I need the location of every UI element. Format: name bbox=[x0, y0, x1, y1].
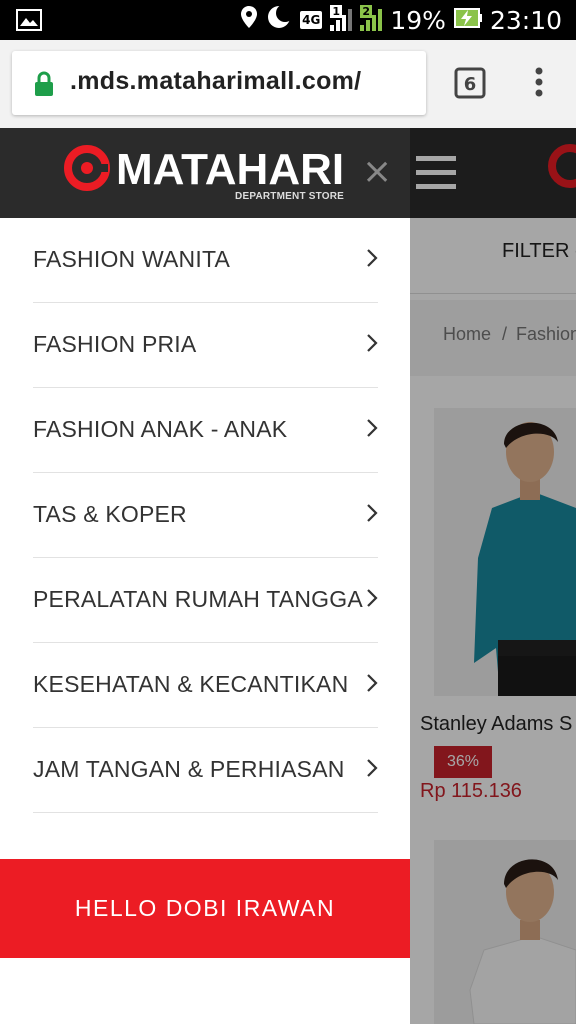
chevron-right-icon bbox=[366, 418, 378, 443]
chevron-right-icon bbox=[366, 248, 378, 273]
matahari-logo[interactable]: MATAHARI DEPARTMENT STORE bbox=[64, 143, 346, 205]
background-page: FILTER - Home / Fashion Stanley Adams S … bbox=[410, 128, 576, 1024]
overflow-menu-icon[interactable] bbox=[535, 67, 543, 102]
menu-item-fashion-wanita[interactable]: FASHION WANITA bbox=[33, 218, 378, 303]
logo-subtext: DEPARTMENT STORE bbox=[235, 191, 344, 202]
chevron-right-icon bbox=[366, 333, 378, 358]
status-bar: 4G 1 2 19% 23:10 bbox=[0, 0, 576, 40]
menu-item-tas-koper[interactable]: TAS & KOPER bbox=[33, 473, 378, 558]
url-text[interactable]: .mds.mataharimall.com/ bbox=[70, 67, 361, 96]
close-icon[interactable]: × bbox=[362, 152, 392, 192]
chevron-right-icon bbox=[366, 758, 378, 783]
signal-sim2-icon: 2 bbox=[360, 5, 383, 31]
drawer-header: MATAHARI DEPARTMENT STORE × bbox=[0, 128, 410, 218]
network-type-label: 4G bbox=[300, 11, 323, 29]
gallery-icon bbox=[16, 9, 42, 36]
signal-sim1-icon: 1 bbox=[330, 5, 353, 31]
menu-item-fashion-pria[interactable]: FASHION PRIA bbox=[33, 303, 378, 388]
browser-toolbar: .mds.mataharimall.com/ 6 bbox=[0, 40, 576, 128]
menu-item-label: TAS & KOPER bbox=[33, 501, 187, 527]
chevron-right-icon bbox=[366, 588, 378, 613]
tab-switcher-icon[interactable]: 6 bbox=[454, 67, 486, 104]
matahari-logo-icon bbox=[64, 145, 110, 196]
navigation-drawer: MATAHARI DEPARTMENT STORE × FASHION WANI… bbox=[0, 128, 410, 1024]
menu-item-label: JAM TANGAN & PERHIASAN bbox=[33, 756, 345, 782]
menu-item-jam-tangan-perhiasan[interactable]: JAM TANGAN & PERHIASAN bbox=[33, 728, 378, 813]
logo-text: MATAHARI bbox=[116, 145, 345, 194]
menu-item-label: PERALATAN RUMAH TANGGA bbox=[33, 586, 363, 612]
menu-item-label: FASHION PRIA bbox=[33, 331, 197, 357]
chevron-right-icon bbox=[366, 673, 378, 698]
clock: 23:10 bbox=[489, 5, 562, 35]
address-bar[interactable]: .mds.mataharimall.com/ bbox=[12, 51, 426, 115]
menu-item-peralatan-rumah-tangga[interactable]: PERALATAN RUMAH TANGGA bbox=[33, 558, 378, 643]
svg-text:6: 6 bbox=[464, 74, 477, 95]
menu-item-kesehatan-kecantikan[interactable]: KESEHATAN & KECANTIKAN bbox=[33, 643, 378, 728]
sim1-label: 1 bbox=[330, 5, 343, 18]
moon-icon bbox=[266, 4, 295, 36]
menu-item-label: KESEHATAN & KECANTIKAN bbox=[33, 671, 349, 697]
screen: 4G 1 2 19% 23:10 .mds.mataharimall.com/ bbox=[0, 0, 576, 1024]
menu-item-fashion-anak[interactable]: FASHION ANAK - ANAK bbox=[33, 388, 378, 473]
category-menu: FASHION WANITA FASHION PRIA FASHION ANAK… bbox=[33, 218, 378, 813]
battery-charging-icon bbox=[453, 6, 482, 35]
lock-icon bbox=[34, 71, 54, 102]
menu-item-label: FASHION WANITA bbox=[33, 246, 231, 272]
battery-percent: 19% bbox=[390, 5, 446, 35]
hello-user-button[interactable]: HELLO DOBI IRAWAN bbox=[0, 859, 410, 958]
menu-item-label: FASHION ANAK - ANAK bbox=[33, 416, 288, 442]
page-overlay[interactable] bbox=[410, 128, 576, 1024]
chevron-right-icon bbox=[366, 503, 378, 528]
location-icon bbox=[240, 5, 258, 35]
sim2-label: 2 bbox=[360, 5, 373, 18]
